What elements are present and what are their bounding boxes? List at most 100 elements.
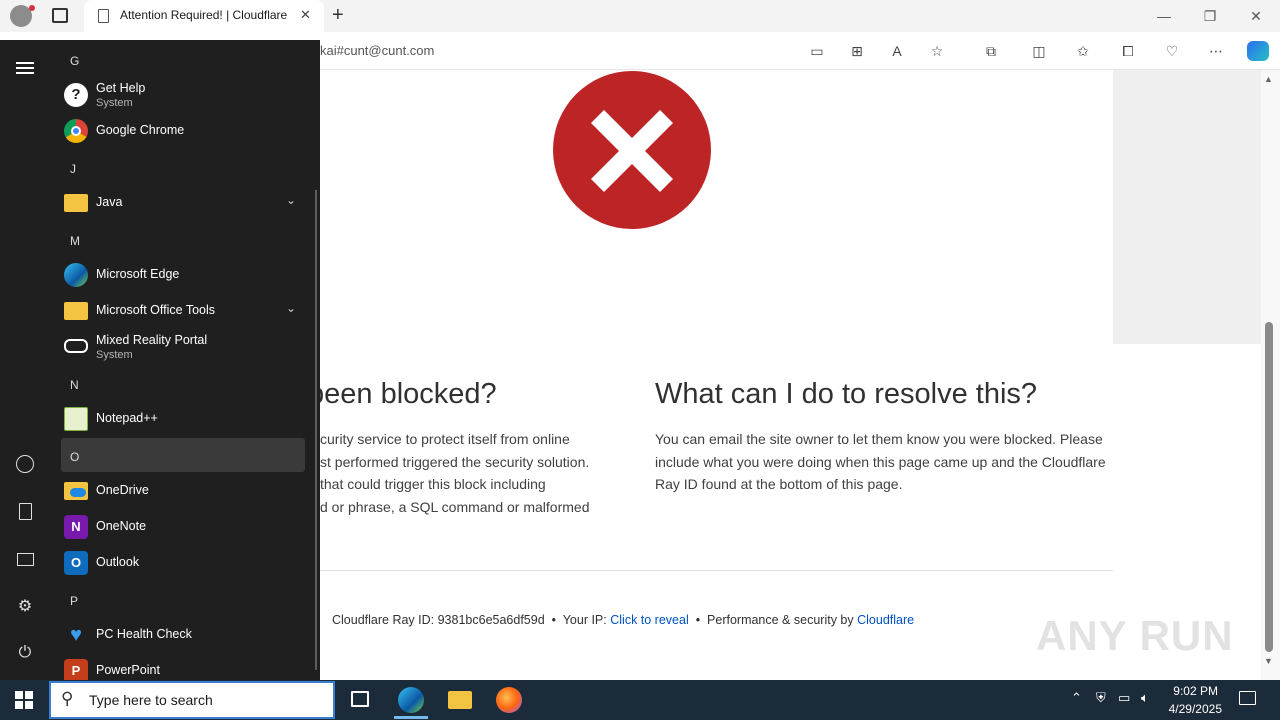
tray-time[interactable]: 9:02 PM: [1162, 684, 1218, 698]
address-bar[interactable]: kai#cunt@cunt.com: [320, 43, 434, 58]
app-name: Java: [96, 195, 123, 209]
scroll-down-arrow-icon[interactable]: ▼: [1264, 656, 1273, 666]
app-name: OneNote: [96, 519, 147, 533]
letter-header-g[interactable]: G: [70, 54, 79, 68]
close-window-icon[interactable]: ✕: [1246, 8, 1266, 25]
why-line: curity service to protect itself from on…: [320, 431, 570, 447]
app-get-help[interactable]: ? Get Help System: [60, 79, 306, 113]
why-line: that could trigger this block including: [320, 476, 546, 492]
tray-date[interactable]: 4/29/2025: [1162, 702, 1222, 716]
app-name: Notepad++: [96, 411, 158, 425]
edge-icon: [64, 263, 88, 287]
letter-header-p[interactable]: P: [70, 594, 78, 608]
app-name: PC Health Check: [96, 627, 192, 641]
cloudflare-footer: Cloudflare Ray ID: 9381bc6e5a6df59d • Yo…: [332, 613, 914, 627]
profile-notification-dot: [29, 5, 35, 11]
why-line: st performed triggered the security solu…: [320, 453, 590, 470]
windows-start-icon[interactable]: [15, 691, 33, 709]
favorite-star-icon[interactable]: ☆: [926, 41, 948, 61]
side-panel: [1113, 70, 1261, 344]
copilot-icon[interactable]: [1247, 41, 1269, 61]
app-microsoft-edge[interactable]: Microsoft Edge: [60, 259, 306, 291]
letter-header-o[interactable]: O: [70, 450, 79, 464]
letter-header-m[interactable]: M: [70, 234, 80, 248]
collections-icon[interactable]: ⧠: [1117, 41, 1139, 61]
folder-icon: [64, 194, 88, 212]
ray-id-label: Cloudflare Ray ID:: [332, 613, 435, 627]
chevron-down-icon[interactable]: ⌄: [286, 301, 296, 315]
tab-attention-required[interactable]: Attention Required! | Cloudflare ✕: [84, 0, 324, 32]
ip-label: Your IP:: [562, 613, 607, 627]
notification-center-icon[interactable]: [1239, 691, 1256, 705]
app-name: Mixed Reality Portal: [96, 333, 208, 347]
split-screen-icon[interactable]: ◫: [1028, 41, 1050, 61]
documents-icon[interactable]: [12, 501, 38, 525]
new-tab-icon[interactable]: +: [332, 4, 344, 27]
app-name: Microsoft Office Tools: [96, 303, 216, 317]
page-scroll-thumb[interactable]: [1265, 322, 1273, 652]
error-x-icon: [553, 71, 711, 229]
close-tab-icon[interactable]: ✕: [300, 7, 311, 23]
task-view-icon[interactable]: [351, 691, 369, 707]
restore-icon[interactable]: ❐: [1200, 8, 1220, 25]
help-icon: ?: [64, 83, 88, 107]
letter-header-j[interactable]: J: [70, 162, 76, 176]
tray-security-icon[interactable]: ⛨: [1096, 690, 1106, 706]
outlook-icon: O: [64, 551, 88, 575]
power-icon[interactable]: ⏻: [12, 644, 38, 668]
onenote-icon: N: [64, 515, 88, 539]
app-available-icon[interactable]: ▭: [806, 41, 828, 61]
cloudflare-link[interactable]: Cloudflare: [857, 613, 914, 627]
settings-gear-icon[interactable]: ⚙: [12, 596, 38, 620]
resolve-text: You can email the site owner to let them…: [655, 431, 1106, 492]
firefox-icon[interactable]: [496, 687, 522, 713]
user-account-icon[interactable]: [12, 453, 38, 477]
app-mixed-reality-portal[interactable]: Mixed Reality Portal System: [60, 331, 306, 365]
hamburger-menu-icon[interactable]: [16, 62, 34, 74]
app-notepad-plus-plus[interactable]: Notepad++: [60, 403, 306, 435]
footer-divider: [320, 570, 1113, 571]
taskbar-edge-active-indicator: [394, 716, 428, 719]
favorites-icon[interactable]: ✩: [1072, 41, 1094, 61]
browser-essentials-icon[interactable]: ♡: [1161, 41, 1183, 61]
pictures-icon[interactable]: [12, 549, 38, 573]
app-java-folder[interactable]: Java ⌄: [60, 187, 306, 219]
taskbar-search-box[interactable]: ⚲ Type here to search: [49, 681, 335, 719]
app-outlook[interactable]: O Outlook: [60, 547, 306, 579]
vr-headset-icon: [64, 339, 88, 353]
taskbar-edge-icon[interactable]: [398, 687, 424, 713]
app-office-tools-folder[interactable]: Microsoft Office Tools ⌄: [60, 295, 306, 327]
onedrive-icon: [64, 482, 88, 500]
network-icon[interactable]: ▭: [1118, 690, 1130, 706]
app-onedrive[interactable]: OneDrive: [60, 475, 306, 507]
health-icon: ♥: [70, 624, 82, 646]
bullet-separator: •: [692, 613, 704, 627]
extensions-icon[interactable]: ⧉: [980, 41, 1002, 61]
tab-title: Attention Required! | Cloudflare: [120, 8, 288, 22]
chrome-icon: [64, 119, 88, 143]
chevron-down-icon[interactable]: ⌄: [286, 193, 296, 207]
scroll-up-arrow-icon[interactable]: ▲: [1264, 74, 1273, 84]
app-google-chrome[interactable]: Google Chrome: [60, 115, 306, 147]
more-menu-icon[interactable]: ⋯: [1205, 41, 1227, 61]
minimize-icon[interactable]: —: [1154, 8, 1174, 24]
letter-header-n[interactable]: N: [70, 378, 79, 392]
app-subtitle: System: [96, 97, 133, 109]
app-name: Get Help: [96, 81, 146, 95]
app-name: Microsoft Edge: [96, 267, 180, 281]
anyrun-watermark: ANY RUN: [1036, 612, 1234, 659]
tab-actions-icon[interactable]: [52, 8, 68, 23]
app-onenote[interactable]: N OneNote: [60, 511, 306, 543]
app-name: OneDrive: [96, 483, 149, 497]
app-powerpoint[interactable]: P PowerPoint: [60, 655, 306, 680]
folder-icon: [64, 302, 88, 320]
grid-icon[interactable]: ⊞: [846, 41, 868, 61]
start-menu-scrollbar[interactable]: [315, 190, 317, 670]
file-explorer-icon[interactable]: [448, 691, 472, 709]
reveal-ip-link[interactable]: Click to reveal: [610, 613, 689, 627]
tray-chevron-up-icon[interactable]: ⌃: [1071, 690, 1082, 706]
why-line: d or phrase, a SQL command or malformed: [320, 498, 590, 515]
app-pc-health-check[interactable]: ♥ PC Health Check: [60, 619, 306, 651]
volume-icon[interactable]: 🔈︎: [1141, 690, 1149, 706]
read-aloud-icon[interactable]: A: [886, 41, 908, 61]
